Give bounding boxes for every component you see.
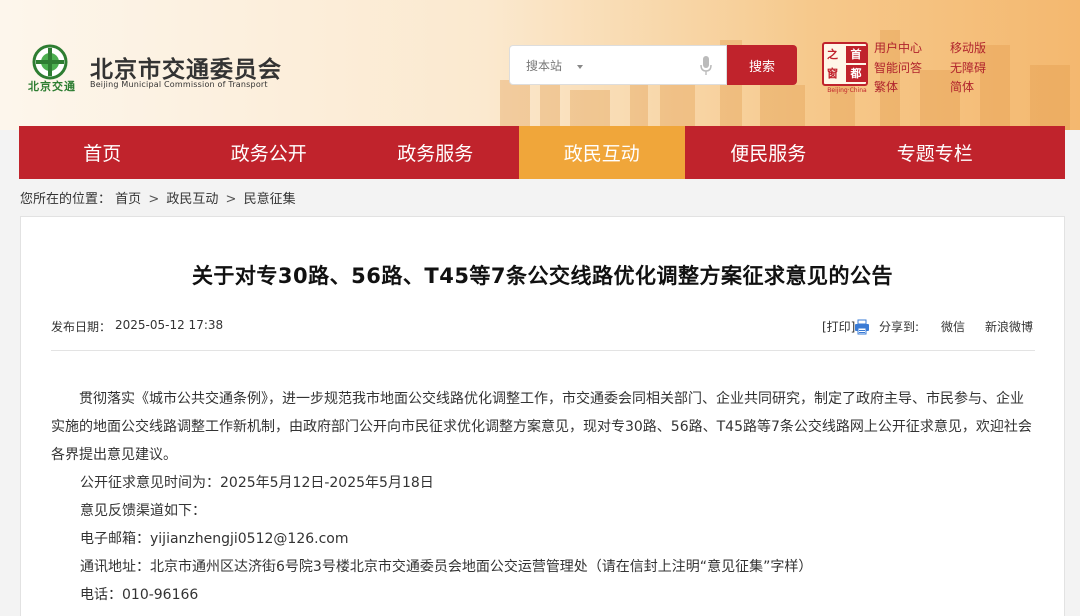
capital-window-logo[interactable]: 之 首 都 窗 <box>822 42 868 86</box>
capital-logo-char: 窗 <box>827 67 838 80</box>
site-header: 北京交通 北京市交通委员会 Beijing Municipal Commissi… <box>0 0 1080 130</box>
breadcrumb-prefix: 您所在的位置： <box>20 192 112 207</box>
article-title: 关于对专30路、56路、T45等7条公交线路优化调整方案征求意见的公告 <box>191 264 894 288</box>
article-panel: 关于对专30路、56路、T45等7条公交线路优化调整方案征求意见的公告 发布日期… <box>20 216 1065 616</box>
breadcrumb-home[interactable]: 首页 <box>115 192 141 207</box>
search-input[interactable] <box>526 56 676 76</box>
publish-date-label: 发布日期： <box>51 320 112 334</box>
main-nav: 首页 政务公开 政务服务 政民互动 便民服务 专题专栏 <box>19 126 1065 179</box>
scope-dropdown-caret-icon[interactable] <box>577 65 583 69</box>
share-label: 分享到: <box>879 320 920 334</box>
capital-logo-en: Beijing·China <box>827 87 867 94</box>
capital-logo-char: 都 <box>846 65 866 82</box>
meta-divider <box>51 350 1035 351</box>
accessibility-link[interactable]: 无障碍 <box>950 59 986 76</box>
microphone-icon[interactable] <box>699 55 713 77</box>
nav-item-government-affairs-disclosure[interactable]: 政务公开 <box>186 126 353 179</box>
article-meta: 发布日期： 2025-05-12 17:38 [打印] 分享到: 微信 新浪微博 <box>51 318 1035 338</box>
capital-logo-char: 之 <box>827 48 838 61</box>
capital-logo-char: 首 <box>846 46 866 63</box>
smart-qa-link[interactable]: 智能问答 <box>874 59 922 76</box>
site-name-en: Beijing Municipal Commission of Transpor… <box>90 80 268 89</box>
simplified-chinese-link[interactable]: 简体 <box>950 78 974 95</box>
breadcrumb-separator: > <box>225 192 237 207</box>
share-wechat-link[interactable]: 微信 <box>941 318 965 335</box>
breadcrumb-public-interaction[interactable]: 政民互动 <box>166 192 218 207</box>
logo-text: 北京交通 <box>28 80 76 93</box>
phone-line: 电话：010-96166 <box>80 587 199 603</box>
breadcrumb: 您所在的位置： 首页 > 政民互动 > 民意征集 <box>20 188 296 207</box>
address-line: 通讯地址：北京市通州区达济街6号院3号楼北京市交通委员会地面公交运营管理处（请在… <box>80 559 813 575</box>
period-line: 公开征求意见时间为：2025年5月12日-2025年5月18日 <box>80 475 434 491</box>
article-body: 贯彻落实《城市公共交通条例》，进一步规范我市地面公交线路优化调整工作，市交通委会… <box>51 385 1037 609</box>
breadcrumb-opinion-collection[interactable]: 民意征集 <box>244 192 296 207</box>
print-link[interactable]: [打印] <box>822 318 855 335</box>
traditional-chinese-link[interactable]: 繁体 <box>874 78 898 95</box>
channels-line: 意见反馈渠道如下： <box>80 503 206 519</box>
publish-date-value: 2025-05-12 17:38 <box>115 318 224 332</box>
nav-item-public-interaction[interactable]: 政民互动 <box>518 126 685 179</box>
search-box <box>509 45 727 85</box>
intro-paragraph: 贯彻落实《城市公共交通条例》，进一步规范我市地面公交线路优化调整工作，市交通委会… <box>51 391 1032 463</box>
nav-item-special-topics[interactable]: 专题专栏 <box>852 126 1019 179</box>
site-name[interactable]: 北京市交通委员会 <box>90 50 282 84</box>
mobile-version-link[interactable]: 移动版 <box>950 39 986 56</box>
user-center-link[interactable]: 用户中心 <box>874 39 922 56</box>
nav-item-convenience-services[interactable]: 便民服务 <box>685 126 852 179</box>
search-button[interactable]: 搜索 <box>727 45 797 85</box>
nav-item-home[interactable]: 首页 <box>19 126 186 179</box>
share-weibo-link[interactable]: 新浪微博 <box>985 318 1033 335</box>
breadcrumb-separator: > <box>148 192 160 207</box>
email-line: 电子邮箱：yijianzhengji0512@126.com <box>80 531 349 547</box>
nav-item-government-services[interactable]: 政务服务 <box>352 126 519 179</box>
printer-icon[interactable] <box>854 319 870 335</box>
